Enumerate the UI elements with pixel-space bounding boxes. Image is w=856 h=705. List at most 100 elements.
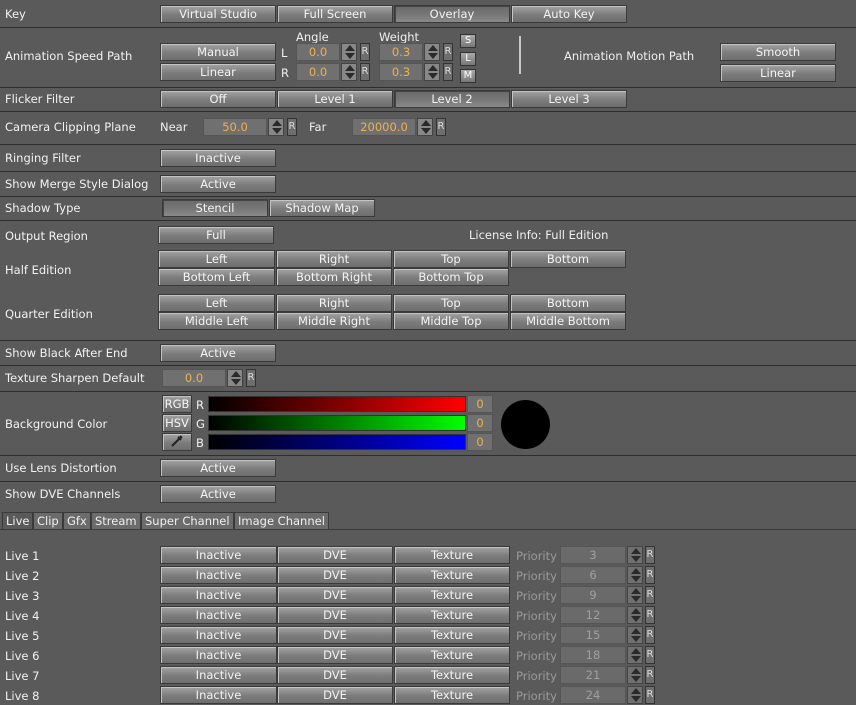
lens-toggle-button[interactable]: Active [160, 459, 276, 477]
live-priority-reset-button[interactable]: R [645, 686, 655, 704]
angle-l-spinner[interactable] [341, 43, 357, 61]
half-bottom-right-button[interactable]: Bottom Right [276, 268, 392, 286]
live-priority-reset-button[interactable]: R [645, 666, 655, 684]
motion-linear-button[interactable]: Linear [720, 64, 836, 82]
half-bottom-button[interactable]: Bottom [510, 250, 626, 268]
red-value[interactable]: 0 [467, 395, 493, 413]
quarter-bottom-button[interactable]: Bottom [510, 294, 626, 312]
live-dve-button[interactable]: DVE [277, 666, 393, 684]
weight-r-spinner[interactable] [424, 63, 440, 81]
live-priority-reset-button[interactable]: R [645, 646, 655, 664]
live-texture-button[interactable]: Texture [394, 686, 510, 704]
half-right-button[interactable]: Right [276, 250, 392, 268]
half-top-button[interactable]: Top [393, 250, 509, 268]
live-state-button[interactable]: Inactive [160, 546, 277, 564]
quarter-middle-bottom-button[interactable]: Middle Bottom [510, 312, 626, 330]
quarter-middle-left-button[interactable]: Middle Left [158, 312, 275, 330]
near-field[interactable]: 50.0 [203, 118, 267, 136]
live-texture-button[interactable]: Texture [394, 646, 510, 664]
live-priority-spinner[interactable] [627, 626, 643, 644]
key-overlay-button[interactable]: Overlay [394, 5, 510, 23]
live-state-button[interactable]: Inactive [160, 626, 277, 644]
dve-toggle-button[interactable]: Active [160, 485, 276, 503]
speed-linear-button[interactable]: Linear [160, 63, 276, 81]
tab-image-channel[interactable]: Image Channel [234, 512, 329, 530]
black-after-toggle-button[interactable]: Active [160, 344, 276, 362]
live-priority-spinner[interactable] [627, 666, 643, 684]
blue-value[interactable]: 0 [467, 433, 493, 451]
tab-live[interactable]: Live [2, 512, 34, 530]
l-button[interactable]: L [460, 52, 476, 66]
live-texture-button[interactable]: Texture [394, 586, 510, 604]
s-button[interactable]: S [460, 34, 476, 48]
flicker-level3-button[interactable]: Level 3 [511, 90, 627, 108]
live-priority-reset-button[interactable]: R [645, 586, 655, 604]
key-virtual-studio-button[interactable]: Virtual Studio [160, 5, 276, 23]
live-priority-spinner[interactable] [627, 546, 643, 564]
live-priority-field[interactable]: 12 [560, 606, 626, 624]
live-dve-button[interactable]: DVE [277, 686, 393, 704]
half-bottom-left-button[interactable]: Bottom Left [158, 268, 275, 286]
live-priority-reset-button[interactable]: R [645, 546, 655, 564]
tab-gfx[interactable]: Gfx [63, 512, 91, 530]
sharpen-reset-button[interactable]: R [246, 369, 256, 387]
ringing-toggle-button[interactable]: Inactive [160, 149, 276, 167]
live-dve-button[interactable]: DVE [277, 586, 393, 604]
green-value[interactable]: 0 [467, 414, 493, 432]
live-state-button[interactable]: Inactive [160, 686, 277, 704]
live-priority-spinner[interactable] [627, 646, 643, 664]
weight-l-reset-button[interactable]: R [443, 43, 453, 61]
live-state-button[interactable]: Inactive [160, 606, 277, 624]
live-dve-button[interactable]: DVE [277, 546, 393, 564]
quarter-left-button[interactable]: Left [158, 294, 275, 312]
live-texture-button[interactable]: Texture [394, 546, 510, 564]
sharpen-field[interactable]: 0.0 [162, 369, 226, 387]
near-spinner[interactable] [268, 118, 284, 136]
quarter-right-button[interactable]: Right [276, 294, 392, 312]
weight-r-reset-button[interactable]: R [443, 63, 453, 81]
live-priority-reset-button[interactable]: R [645, 606, 655, 624]
live-state-button[interactable]: Inactive [160, 666, 277, 684]
live-texture-button[interactable]: Texture [394, 606, 510, 624]
live-priority-field[interactable]: 24 [560, 686, 626, 704]
angle-r-spinner[interactable] [341, 63, 357, 81]
live-dve-button[interactable]: DVE [277, 646, 393, 664]
output-region-full-button[interactable]: Full [158, 226, 274, 244]
far-field[interactable]: 20000.0 [352, 118, 416, 136]
live-priority-field[interactable]: 6 [560, 566, 626, 584]
half-bottom-top-button[interactable]: Bottom Top [393, 268, 509, 286]
live-dve-button[interactable]: DVE [277, 566, 393, 584]
weight-r-field[interactable]: 0.3 [379, 63, 423, 81]
quarter-middle-top-button[interactable]: Middle Top [393, 312, 509, 330]
live-priority-spinner[interactable] [627, 566, 643, 584]
live-texture-button[interactable]: Texture [394, 666, 510, 684]
red-slider[interactable] [208, 396, 466, 412]
far-spinner[interactable] [417, 118, 433, 136]
quarter-top-button[interactable]: Top [393, 294, 509, 312]
key-auto-key-button[interactable]: Auto Key [511, 5, 627, 23]
live-priority-spinner[interactable] [627, 686, 643, 704]
shadow-stencil-button[interactable]: Stencil [162, 199, 268, 217]
flicker-level1-button[interactable]: Level 1 [277, 90, 393, 108]
live-state-button[interactable]: Inactive [160, 566, 277, 584]
flicker-off-button[interactable]: Off [160, 90, 276, 108]
angle-r-reset-button[interactable]: R [360, 63, 370, 81]
hsv-mode-button[interactable]: HSV [162, 414, 192, 432]
half-left-button[interactable]: Left [158, 250, 275, 268]
near-reset-button[interactable]: R [287, 118, 297, 136]
m-button[interactable]: M [460, 69, 476, 83]
far-reset-button[interactable]: R [436, 118, 446, 136]
live-dve-button[interactable]: DVE [277, 626, 393, 644]
live-priority-reset-button[interactable]: R [645, 626, 655, 644]
live-priority-field[interactable]: 15 [560, 626, 626, 644]
flicker-level2-button[interactable]: Level 2 [394, 90, 510, 108]
live-dve-button[interactable]: DVE [277, 606, 393, 624]
live-priority-field[interactable]: 18 [560, 646, 626, 664]
speed-manual-button[interactable]: Manual [160, 43, 276, 61]
shadow-map-button[interactable]: Shadow Map [269, 199, 375, 217]
tab-super-channel[interactable]: Super Channel [141, 512, 234, 530]
live-priority-field[interactable]: 21 [560, 666, 626, 684]
quarter-middle-right-button[interactable]: Middle Right [276, 312, 392, 330]
green-slider[interactable] [208, 415, 466, 431]
motion-smooth-button[interactable]: Smooth [720, 43, 836, 61]
